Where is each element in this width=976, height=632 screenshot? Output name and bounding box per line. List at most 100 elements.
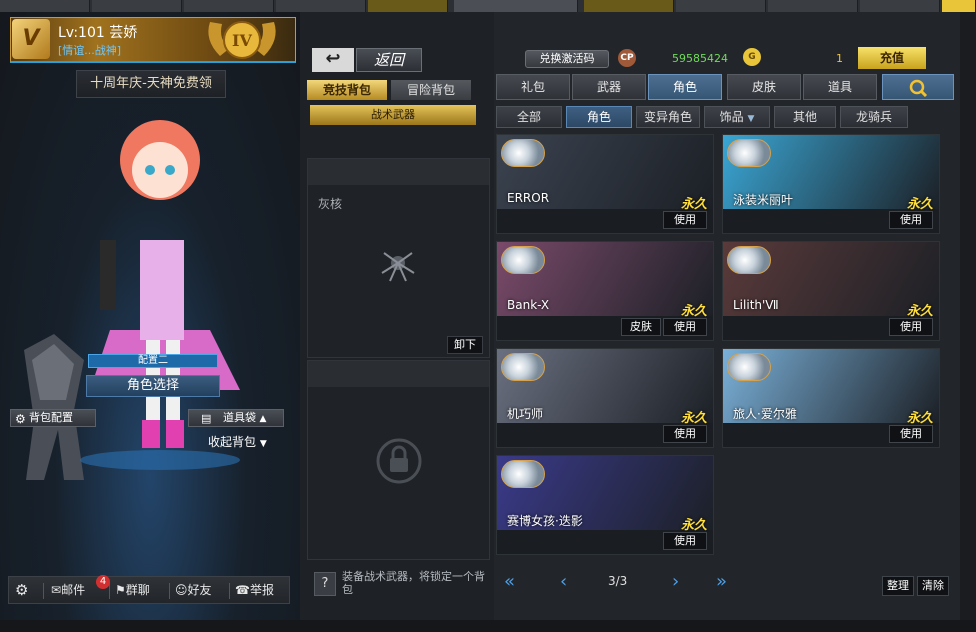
- category-tab-item[interactable]: 道具: [803, 74, 877, 100]
- role-card[interactable]: Lilith'Ⅶ 永久 使用: [722, 241, 940, 341]
- top-tab[interactable]: [92, 0, 182, 12]
- gold-coin-icon: G: [743, 48, 761, 66]
- gold-balance: 1: [836, 52, 843, 65]
- search-button[interactable]: [882, 74, 954, 100]
- gear-icon: ⚙: [15, 412, 26, 426]
- role-card[interactable]: 赛博女孩·迭影 永久 使用: [496, 455, 714, 555]
- bottom-ticker: [0, 620, 976, 632]
- top-tab-active[interactable]: [454, 0, 578, 12]
- subtab-role[interactable]: 角色: [566, 106, 632, 128]
- role-card-name: Lilith'Ⅶ: [733, 298, 779, 312]
- category-tab-skin[interactable]: 皮肤: [727, 74, 801, 100]
- top-tab[interactable]: [942, 0, 976, 12]
- question-icon[interactable]: ?: [314, 572, 336, 596]
- bag-config-button[interactable]: ⚙ 背包配置: [10, 409, 96, 427]
- use-button[interactable]: 使用: [663, 211, 707, 229]
- settings-gear-icon[interactable]: ⚙: [15, 581, 28, 599]
- category-tab-role[interactable]: 角色: [648, 74, 722, 100]
- wolf-emblem-icon: [501, 246, 545, 274]
- promo-banner[interactable]: 十周年庆-天神免费领: [76, 70, 226, 98]
- wolf-emblem-icon: [727, 246, 771, 274]
- recharge-button[interactable]: 充值: [858, 47, 926, 69]
- subtab-dragoon[interactable]: 龙骑兵: [840, 106, 908, 128]
- use-button[interactable]: 使用: [663, 318, 707, 336]
- top-tab[interactable]: [276, 0, 366, 12]
- mail-icon: ✉: [51, 583, 62, 597]
- top-tab[interactable]: [676, 0, 766, 12]
- clear-button[interactable]: 清除: [917, 576, 949, 596]
- redeem-code-button[interactable]: 兑换激活码: [525, 50, 609, 68]
- first-page-icon[interactable]: «: [504, 570, 515, 594]
- player-guild[interactable]: [情谊...战神]: [58, 42, 121, 58]
- prev-page-icon[interactable]: ‹: [560, 570, 567, 594]
- subtab-accessory[interactable]: 饰品 ▼: [704, 106, 770, 128]
- right-edge-toolbar: [960, 12, 976, 632]
- skin-button[interactable]: 皮肤: [621, 318, 661, 336]
- role-card[interactable]: Bank-X 永久 使用 皮肤: [496, 241, 714, 341]
- top-tab[interactable]: [0, 0, 90, 12]
- tactical-slot-equipped[interactable]: 灰核: [307, 158, 490, 358]
- friends-button[interactable]: ☺好友: [175, 581, 212, 599]
- page-indicator: 3/3: [608, 574, 628, 588]
- subtab-accessory-label: 饰品: [719, 110, 744, 124]
- back-arrow-icon: ↩: [312, 48, 354, 72]
- role-card-duration: 永久: [680, 304, 707, 319]
- category-tab-weapon[interactable]: 武器: [572, 74, 646, 100]
- mail-button[interactable]: ✉邮件: [51, 581, 85, 599]
- tactical-hint: ? 装备战术武器，将锁定一个背包: [310, 570, 490, 600]
- role-select-button[interactable]: 角色选择: [86, 375, 220, 397]
- role-card-duration: 永久: [906, 304, 933, 319]
- group-chat-button[interactable]: ⚑群聊: [115, 581, 150, 599]
- separator: [109, 583, 110, 599]
- collapse-bag-button[interactable]: 收起背包 ▼: [208, 433, 267, 450]
- sort-button[interactable]: 整理: [882, 576, 914, 596]
- tab-adventure-bag[interactable]: 冒险背包: [391, 80, 471, 100]
- tab-competitive-bag[interactable]: 竞技背包: [307, 80, 387, 100]
- use-button[interactable]: 使用: [889, 318, 933, 336]
- wolf-emblem-icon: [501, 139, 545, 167]
- top-tab[interactable]: [184, 0, 274, 12]
- role-card-duration: 永久: [906, 411, 933, 426]
- subtab-mutant-role[interactable]: 变异角色: [636, 106, 700, 128]
- role-card-duration: 永久: [906, 197, 933, 212]
- subtab-other[interactable]: 其他: [774, 106, 836, 128]
- separator: [43, 583, 44, 599]
- caret-up-icon: ▲: [259, 414, 267, 424]
- top-tab[interactable]: [368, 0, 448, 12]
- item-box-label: 道具袋: [223, 411, 256, 424]
- wolf-emblem-icon: [501, 353, 545, 381]
- report-label: 举报: [249, 583, 274, 597]
- use-button[interactable]: 使用: [663, 532, 707, 550]
- unload-button[interactable]: 卸下: [447, 336, 483, 354]
- caret-down-icon: ▼: [259, 439, 267, 449]
- tactical-weapon-header: 战术武器: [310, 105, 476, 125]
- last-page-icon[interactable]: »: [716, 570, 727, 594]
- back-button[interactable]: ↩ 返回: [312, 48, 422, 72]
- role-card[interactable]: 机巧师 永久 使用: [496, 348, 714, 448]
- slot-item-name: 灰核: [318, 197, 343, 211]
- role-card-grid: ERROR 永久 使用 泳装米丽叶 永久 使用 Bank-X 永久 使用 皮肤 Lilith'Ⅶ 永久…: [496, 134, 956, 562]
- subtab-all[interactable]: 全部: [496, 106, 562, 128]
- category-tab-gift[interactable]: 礼包: [496, 74, 570, 100]
- report-button[interactable]: ☎举报: [235, 581, 274, 599]
- friends-label: 好友: [187, 583, 212, 597]
- flag-icon: ⚑: [115, 583, 126, 597]
- role-card[interactable]: ERROR 永久 使用: [496, 134, 714, 234]
- use-button[interactable]: 使用: [889, 425, 933, 443]
- role-card[interactable]: 泳装米丽叶 永久 使用: [722, 134, 940, 234]
- top-tab[interactable]: [860, 0, 940, 12]
- separator: [229, 583, 230, 599]
- top-tab[interactable]: [584, 0, 674, 12]
- mail-count-badge: 4: [96, 575, 110, 589]
- item-box-button[interactable]: ▤ 道具袋 ▲: [188, 409, 284, 427]
- role-card[interactable]: 旅人·爱尔雅 永久 使用: [722, 348, 940, 448]
- role-card-duration: 永久: [680, 197, 707, 212]
- role-card-name: 旅人·爱尔雅: [733, 407, 797, 421]
- use-button[interactable]: 使用: [889, 211, 933, 229]
- pager: « ‹ › »: [500, 570, 760, 594]
- use-button[interactable]: 使用: [663, 425, 707, 443]
- wolf-emblem-icon: [727, 353, 771, 381]
- next-page-icon[interactable]: ›: [672, 570, 679, 594]
- hint-text: 装备战术武器，将锁定一个背包: [342, 570, 485, 596]
- top-tab[interactable]: [768, 0, 858, 12]
